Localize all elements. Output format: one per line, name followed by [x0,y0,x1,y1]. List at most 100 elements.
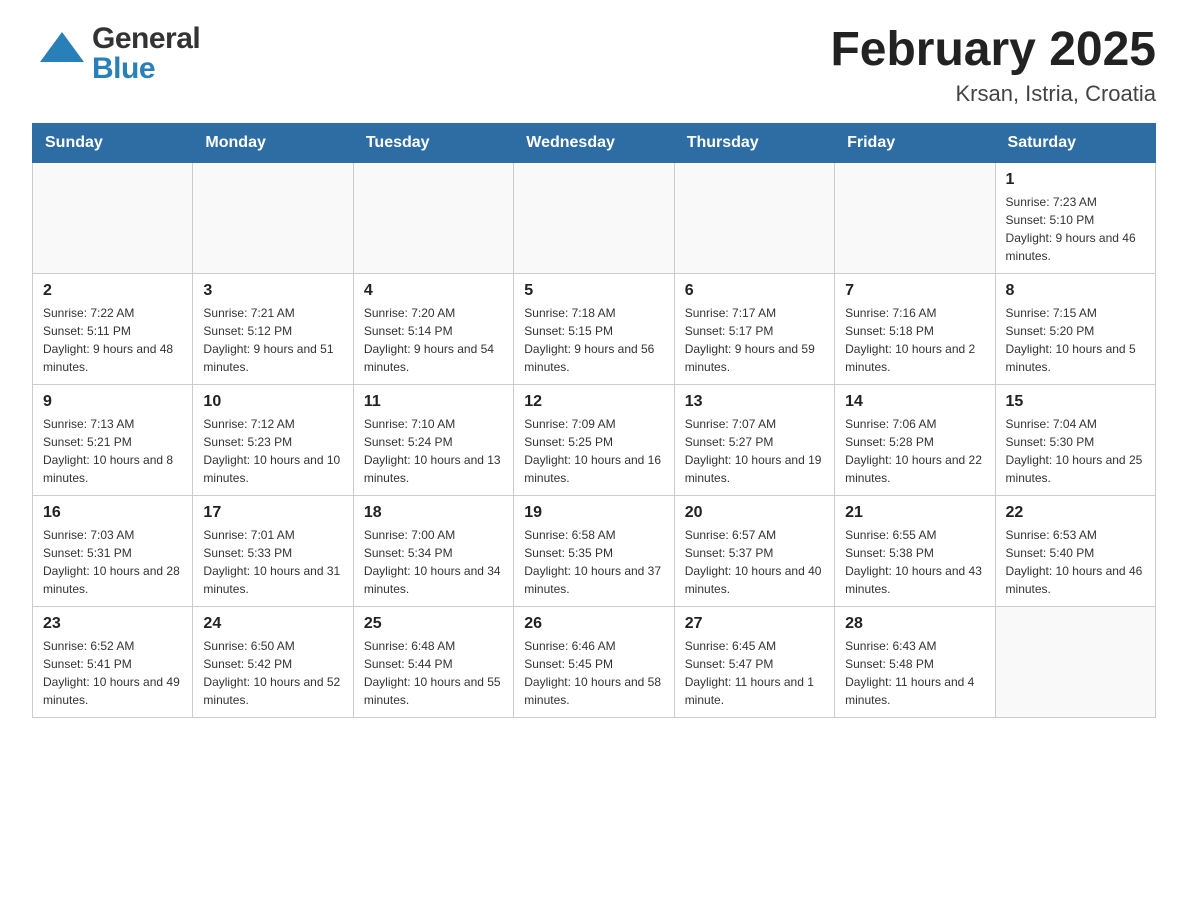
day-number: 26 [524,615,663,633]
day-info: Sunrise: 7:00 AMSunset: 5:34 PMDaylight:… [364,526,503,598]
day-info: Sunrise: 7:04 AMSunset: 5:30 PMDaylight:… [1006,415,1145,487]
table-row: 26 Sunrise: 6:46 AMSunset: 5:45 PMDayligh… [514,606,674,717]
day-number: 13 [685,393,824,411]
table-row: 20 Sunrise: 6:57 AMSunset: 5:37 PMDayligh… [674,495,834,606]
day-number: 9 [43,393,182,411]
day-number: 8 [1006,282,1145,300]
day-number: 10 [203,393,342,411]
day-number: 11 [364,393,503,411]
logo-general: General [92,24,200,54]
day-info: Sunrise: 6:53 AMSunset: 5:40 PMDaylight:… [1006,526,1145,598]
table-row: 13 Sunrise: 7:07 AMSunset: 5:27 PMDayligh… [674,384,834,495]
day-number: 18 [364,504,503,522]
day-info: Sunrise: 7:10 AMSunset: 5:24 PMDaylight:… [364,415,503,487]
day-info: Sunrise: 6:46 AMSunset: 5:45 PMDaylight:… [524,637,663,709]
day-number: 4 [364,282,503,300]
day-number: 20 [685,504,824,522]
table-row: 4 Sunrise: 7:20 AMSunset: 5:14 PMDaylight… [353,273,513,384]
day-number: 5 [524,282,663,300]
calendar-subtitle: Krsan, Istria, Croatia [830,81,1156,107]
table-row [674,162,834,273]
day-number: 3 [203,282,342,300]
day-info: Sunrise: 7:17 AMSunset: 5:17 PMDaylight:… [685,304,824,376]
table-row: 9 Sunrise: 7:13 AMSunset: 5:21 PMDaylight… [33,384,193,495]
col-thursday: Thursday [674,123,834,162]
day-info: Sunrise: 6:58 AMSunset: 5:35 PMDaylight:… [524,526,663,598]
calendar-week-row: 1 Sunrise: 7:23 AMSunset: 5:10 PMDaylight… [33,162,1156,273]
table-row: 21 Sunrise: 6:55 AMSunset: 5:38 PMDayligh… [835,495,995,606]
day-number: 2 [43,282,182,300]
day-info: Sunrise: 6:48 AMSunset: 5:44 PMDaylight:… [364,637,503,709]
day-info: Sunrise: 7:03 AMSunset: 5:31 PMDaylight:… [43,526,182,598]
day-number: 23 [43,615,182,633]
col-friday: Friday [835,123,995,162]
col-monday: Monday [193,123,353,162]
logo: General Blue [32,24,200,84]
day-info: Sunrise: 7:06 AMSunset: 5:28 PMDaylight:… [845,415,984,487]
day-info: Sunrise: 7:12 AMSunset: 5:23 PMDaylight:… [203,415,342,487]
day-info: Sunrise: 7:07 AMSunset: 5:27 PMDaylight:… [685,415,824,487]
calendar-title: February 2025 [830,24,1156,77]
day-info: Sunrise: 7:20 AMSunset: 5:14 PMDaylight:… [364,304,503,376]
table-row: 5 Sunrise: 7:18 AMSunset: 5:15 PMDaylight… [514,273,674,384]
day-info: Sunrise: 7:18 AMSunset: 5:15 PMDaylight:… [524,304,663,376]
day-number: 21 [845,504,984,522]
day-info: Sunrise: 7:15 AMSunset: 5:20 PMDaylight:… [1006,304,1145,376]
day-info: Sunrise: 7:01 AMSunset: 5:33 PMDaylight:… [203,526,342,598]
table-row: 2 Sunrise: 7:22 AMSunset: 5:11 PMDaylight… [33,273,193,384]
table-row [995,606,1155,717]
day-number: 17 [203,504,342,522]
col-saturday: Saturday [995,123,1155,162]
calendar-week-row: 9 Sunrise: 7:13 AMSunset: 5:21 PMDaylight… [33,384,1156,495]
table-row [835,162,995,273]
table-row: 10 Sunrise: 7:12 AMSunset: 5:23 PMDayligh… [193,384,353,495]
day-number: 22 [1006,504,1145,522]
day-info: Sunrise: 7:13 AMSunset: 5:21 PMDaylight:… [43,415,182,487]
logo-text-block: General Blue [92,24,200,84]
table-row: 15 Sunrise: 7:04 AMSunset: 5:30 PMDayligh… [995,384,1155,495]
table-row: 6 Sunrise: 7:17 AMSunset: 5:17 PMDaylight… [674,273,834,384]
day-info: Sunrise: 7:21 AMSunset: 5:12 PMDaylight:… [203,304,342,376]
day-number: 16 [43,504,182,522]
calendar-header-row: Sunday Monday Tuesday Wednesday Thursday… [33,123,1156,162]
col-tuesday: Tuesday [353,123,513,162]
day-info: Sunrise: 7:23 AMSunset: 5:10 PMDaylight:… [1006,193,1145,265]
day-number: 1 [1006,171,1145,189]
calendar-week-row: 23Sunrise: 6:52 AMSunset: 5:41 PMDayligh… [33,606,1156,717]
col-sunday: Sunday [33,123,193,162]
day-number: 15 [1006,393,1145,411]
day-number: 24 [203,615,342,633]
table-row: 24Sunrise: 6:50 AMSunset: 5:42 PMDayligh… [193,606,353,717]
day-info: Sunrise: 7:09 AMSunset: 5:25 PMDaylight:… [524,415,663,487]
logo-blue: Blue [92,54,200,84]
table-row: 8 Sunrise: 7:15 AMSunset: 5:20 PMDaylight… [995,273,1155,384]
table-row [514,162,674,273]
page-header: General Blue February 2025 Krsan, Istria… [32,24,1156,107]
table-row: 12 Sunrise: 7:09 AMSunset: 5:25 PMDayligh… [514,384,674,495]
table-row: 22 Sunrise: 6:53 AMSunset: 5:40 PMDayligh… [995,495,1155,606]
table-row: 28Sunrise: 6:43 AMSunset: 5:48 PMDayligh… [835,606,995,717]
table-row: 16 Sunrise: 7:03 AMSunset: 5:31 PMDayligh… [33,495,193,606]
table-row: 3 Sunrise: 7:21 AMSunset: 5:12 PMDaylight… [193,273,353,384]
table-row: 14 Sunrise: 7:06 AMSunset: 5:28 PMDayligh… [835,384,995,495]
table-row: 11 Sunrise: 7:10 AMSunset: 5:24 PMDayligh… [353,384,513,495]
day-info: Sunrise: 7:22 AMSunset: 5:11 PMDaylight:… [43,304,182,376]
col-wednesday: Wednesday [514,123,674,162]
calendar-table: Sunday Monday Tuesday Wednesday Thursday… [32,123,1156,718]
day-number: 27 [685,615,824,633]
day-number: 6 [685,282,824,300]
calendar-week-row: 16 Sunrise: 7:03 AMSunset: 5:31 PMDayligh… [33,495,1156,606]
table-row: 19 Sunrise: 6:58 AMSunset: 5:35 PMDayligh… [514,495,674,606]
table-row [193,162,353,273]
calendar-week-row: 2 Sunrise: 7:22 AMSunset: 5:11 PMDaylight… [33,273,1156,384]
day-number: 28 [845,615,984,633]
day-info: Sunrise: 6:55 AMSunset: 5:38 PMDaylight:… [845,526,984,598]
day-number: 19 [524,504,663,522]
day-number: 7 [845,282,984,300]
day-number: 12 [524,393,663,411]
day-info: Sunrise: 6:57 AMSunset: 5:37 PMDaylight:… [685,526,824,598]
day-info: Sunrise: 7:16 AMSunset: 5:18 PMDaylight:… [845,304,984,376]
logo-icon [32,24,92,84]
day-number: 14 [845,393,984,411]
table-row: 23Sunrise: 6:52 AMSunset: 5:41 PMDayligh… [33,606,193,717]
